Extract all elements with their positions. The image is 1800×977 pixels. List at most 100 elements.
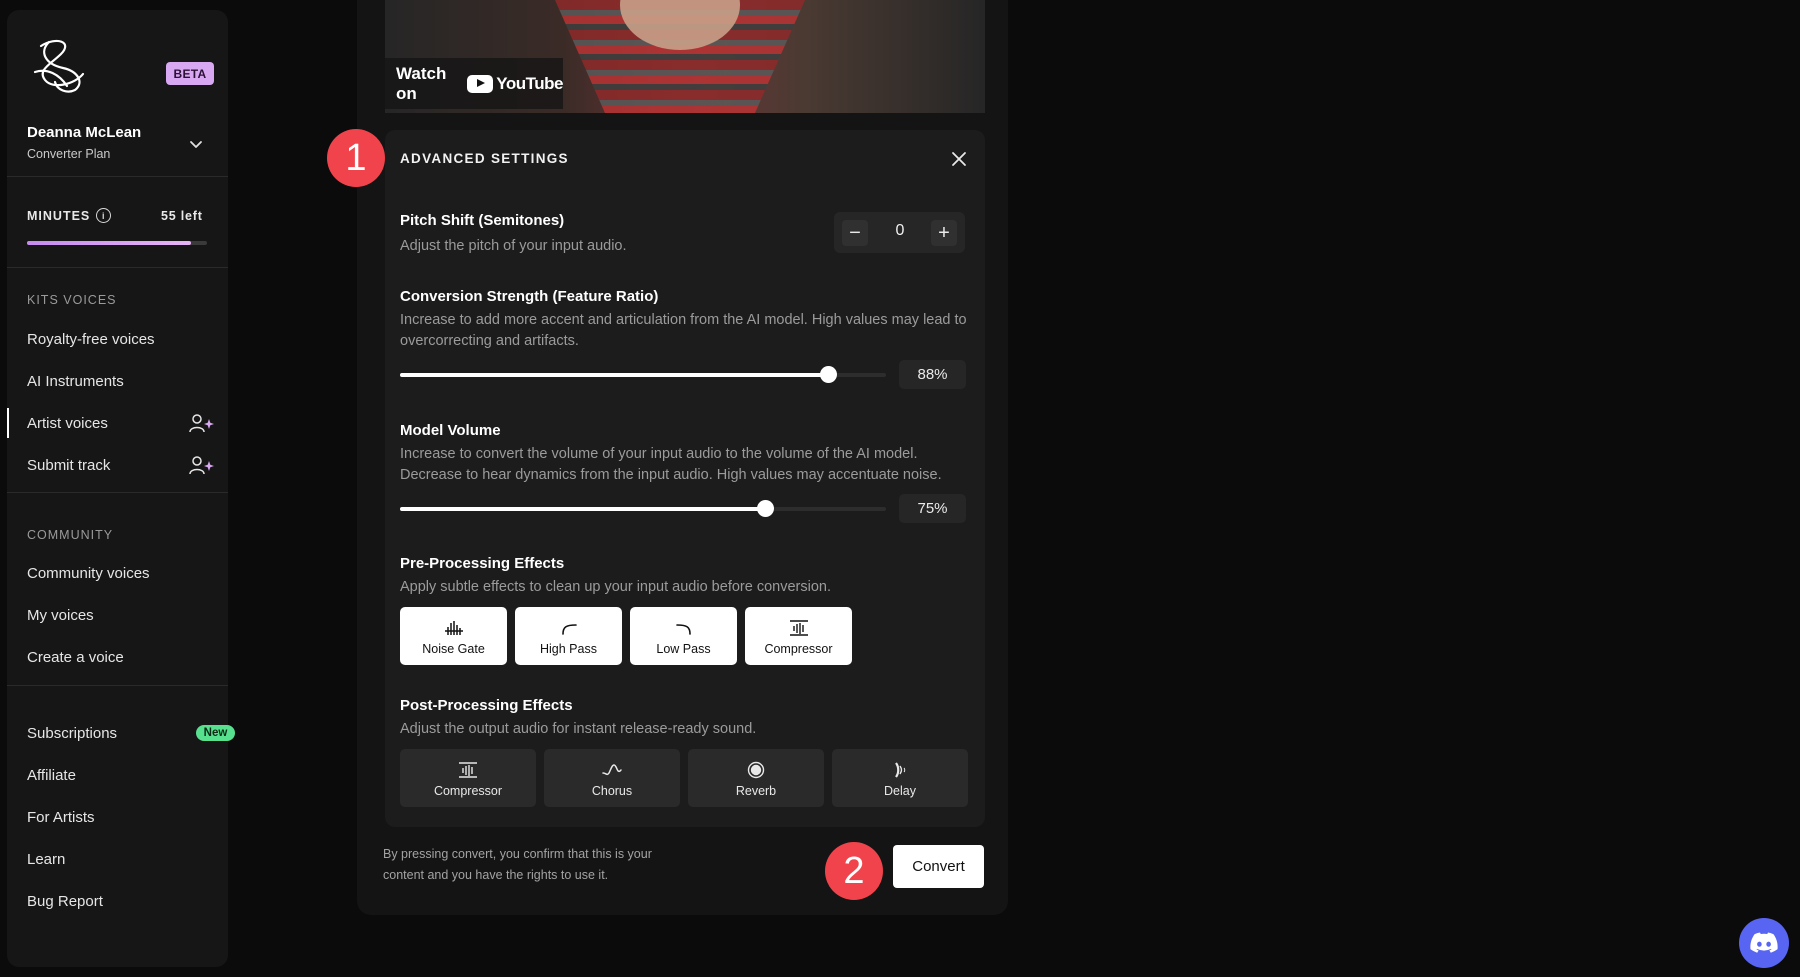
minutes-progress-bar — [27, 241, 207, 245]
sidebar-item-label: Community voices — [27, 564, 150, 582]
model-volume-title: Model Volume — [400, 422, 501, 439]
section-label-community: COMMUNITY — [27, 528, 114, 542]
user-sparkle-icon — [189, 414, 214, 433]
pre-processing-description: Apply subtle effects to clean up your in… — [400, 579, 831, 595]
convert-button[interactable]: Convert — [893, 845, 984, 888]
effect-label: High Pass — [540, 642, 597, 656]
sidebar-item-submit-track[interactable]: Submit track — [27, 450, 217, 480]
effect-label: Reverb — [735, 784, 777, 798]
effect-low-pass-button[interactable]: Low Pass — [630, 607, 737, 665]
effect-compressor-button[interactable]: Compressor — [745, 607, 852, 665]
conversion-strength-slider[interactable] — [400, 366, 886, 383]
discord-button[interactable] — [1739, 918, 1789, 968]
sidebar-item-royalty-free-voices[interactable]: Royalty-free voices — [27, 324, 217, 354]
noise-gate-icon — [444, 621, 463, 635]
chorus-icon — [602, 764, 622, 776]
effect-noise-gate-button[interactable]: Noise Gate — [400, 607, 507, 665]
effect-delay-button[interactable]: Delay — [832, 749, 968, 807]
watch-on-youtube-button[interactable]: Watch on YouTube — [385, 58, 563, 109]
conversion-strength-value[interactable]: 88% — [899, 360, 966, 389]
effect-reverb-button[interactable]: Reverb — [688, 749, 824, 807]
slider-thumb[interactable] — [819, 366, 837, 383]
youtube-logo: YouTube — [467, 74, 563, 94]
conversion-strength-description: Increase to add more accent and articula… — [400, 312, 967, 349]
sidebar-item-subscriptions[interactable]: Subscriptions New — [27, 718, 235, 748]
youtube-video-embed[interactable]: Watch on YouTube — [385, 0, 985, 113]
divider — [7, 492, 228, 493]
effect-high-pass-button[interactable]: High Pass — [515, 607, 622, 665]
advanced-settings-panel: ADVANCED SETTINGS Pitch Shift (Semitones… — [385, 130, 985, 827]
minutes-progress-fill — [27, 241, 191, 245]
sidebar-item-label: For Artists — [27, 808, 95, 826]
sidebar-item-bug-report[interactable]: Bug Report — [27, 886, 217, 916]
advanced-settings-title: ADVANCED SETTINGS — [400, 151, 569, 166]
minutes-remaining: 55 left — [161, 209, 203, 223]
sidebar-item-learn[interactable]: Learn — [27, 844, 217, 874]
sidebar-item-my-voices[interactable]: My voices — [27, 600, 217, 630]
pre-processing-effects: Noise Gate High Pass Low Pass Compressor — [400, 607, 852, 665]
post-processing-description: Adjust the output audio for instant rele… — [400, 721, 757, 737]
pre-processing-title: Pre-Processing Effects — [400, 555, 565, 572]
effect-label: Noise Gate — [422, 642, 485, 656]
sidebar-item-label: Learn — [27, 850, 66, 868]
callout-badge-2: 2 — [825, 842, 883, 900]
model-volume-description: Increase to convert the volume of your i… — [400, 446, 942, 483]
sidebar-item-label: Submit track — [27, 456, 111, 474]
minutes-label-text: MINUTES — [27, 208, 91, 223]
sidebar-item-label: Subscriptions — [27, 724, 118, 742]
minutes-label: MINUTES i — [27, 208, 112, 223]
sidebar: BETA Deanna McLean Converter Plan MINUTE… — [7, 10, 235, 967]
sidebar-item-label: AI Instruments — [27, 372, 124, 390]
post-processing-effects: Compressor Chorus Reverb Delay — [400, 749, 968, 807]
sidebar-item-label: Create a voice — [27, 648, 124, 666]
sidebar-item-label: My voices — [27, 606, 94, 624]
user-plan: Converter Plan — [27, 147, 111, 161]
effect-label: Delay — [884, 784, 916, 798]
slider-fill — [400, 507, 765, 511]
sidebar-item-label: Artist voices — [27, 414, 108, 432]
pitch-shift-stepper: − 0 + — [834, 212, 965, 253]
sidebar-item-artist-voices[interactable]: Artist voices — [7, 408, 217, 438]
effect-label: Compressor — [433, 784, 503, 798]
pitch-increment-button[interactable]: + — [931, 220, 957, 246]
sidebar-item-label: Royalty-free voices — [27, 330, 155, 348]
low-pass-icon — [675, 624, 691, 635]
reverb-icon — [747, 761, 765, 779]
user-menu[interactable]: Deanna McLean Converter Plan — [27, 124, 141, 161]
close-icon[interactable] — [950, 150, 968, 168]
info-icon[interactable]: i — [96, 208, 112, 223]
rights-disclaimer: By pressing convert, you confirm that th… — [383, 847, 652, 882]
model-volume-slider[interactable] — [400, 500, 886, 517]
user-sparkle-icon — [189, 456, 214, 475]
post-processing-title: Post-Processing Effects — [400, 697, 573, 714]
compressor-icon — [459, 762, 477, 778]
sidebar-item-for-artists[interactable]: For Artists — [27, 802, 217, 832]
watch-on-label: Watch on — [396, 63, 447, 103]
app-logo[interactable] — [27, 34, 93, 96]
pitch-shift-value[interactable]: 0 — [886, 222, 914, 240]
pitch-shift-title: Pitch Shift (Semitones) — [400, 212, 565, 229]
effect-label: Chorus — [591, 784, 633, 798]
divider — [7, 685, 228, 686]
effect-compressor-button[interactable]: Compressor — [400, 749, 536, 807]
youtube-wordmark: YouTube — [496, 73, 563, 93]
compressor-icon — [789, 620, 808, 636]
section-label-kits-voices: KITS VOICES — [27, 293, 117, 307]
callout-badge-1: 1 — [327, 129, 385, 187]
sidebar-item-ai-instruments[interactable]: AI Instruments — [27, 366, 217, 396]
sidebar-item-create-a-voice[interactable]: Create a voice — [27, 642, 217, 672]
youtube-play-icon — [467, 74, 494, 93]
slider-fill — [400, 373, 828, 377]
model-volume-value[interactable]: 75% — [899, 494, 966, 523]
beta-badge: BETA — [166, 62, 214, 85]
sidebar-item-affiliate[interactable]: Affiliate — [27, 760, 217, 790]
sidebar-item-label: Bug Report — [27, 892, 103, 910]
pitch-decrement-button[interactable]: − — [842, 220, 868, 246]
sidebar-item-community-voices[interactable]: Community voices — [27, 558, 217, 588]
new-badge: New — [196, 725, 235, 741]
slider-thumb[interactable] — [756, 500, 774, 517]
chevron-down-icon[interactable] — [188, 136, 204, 152]
effect-label: Compressor — [764, 642, 833, 656]
effect-chorus-button[interactable]: Chorus — [544, 749, 680, 807]
divider — [7, 267, 228, 268]
